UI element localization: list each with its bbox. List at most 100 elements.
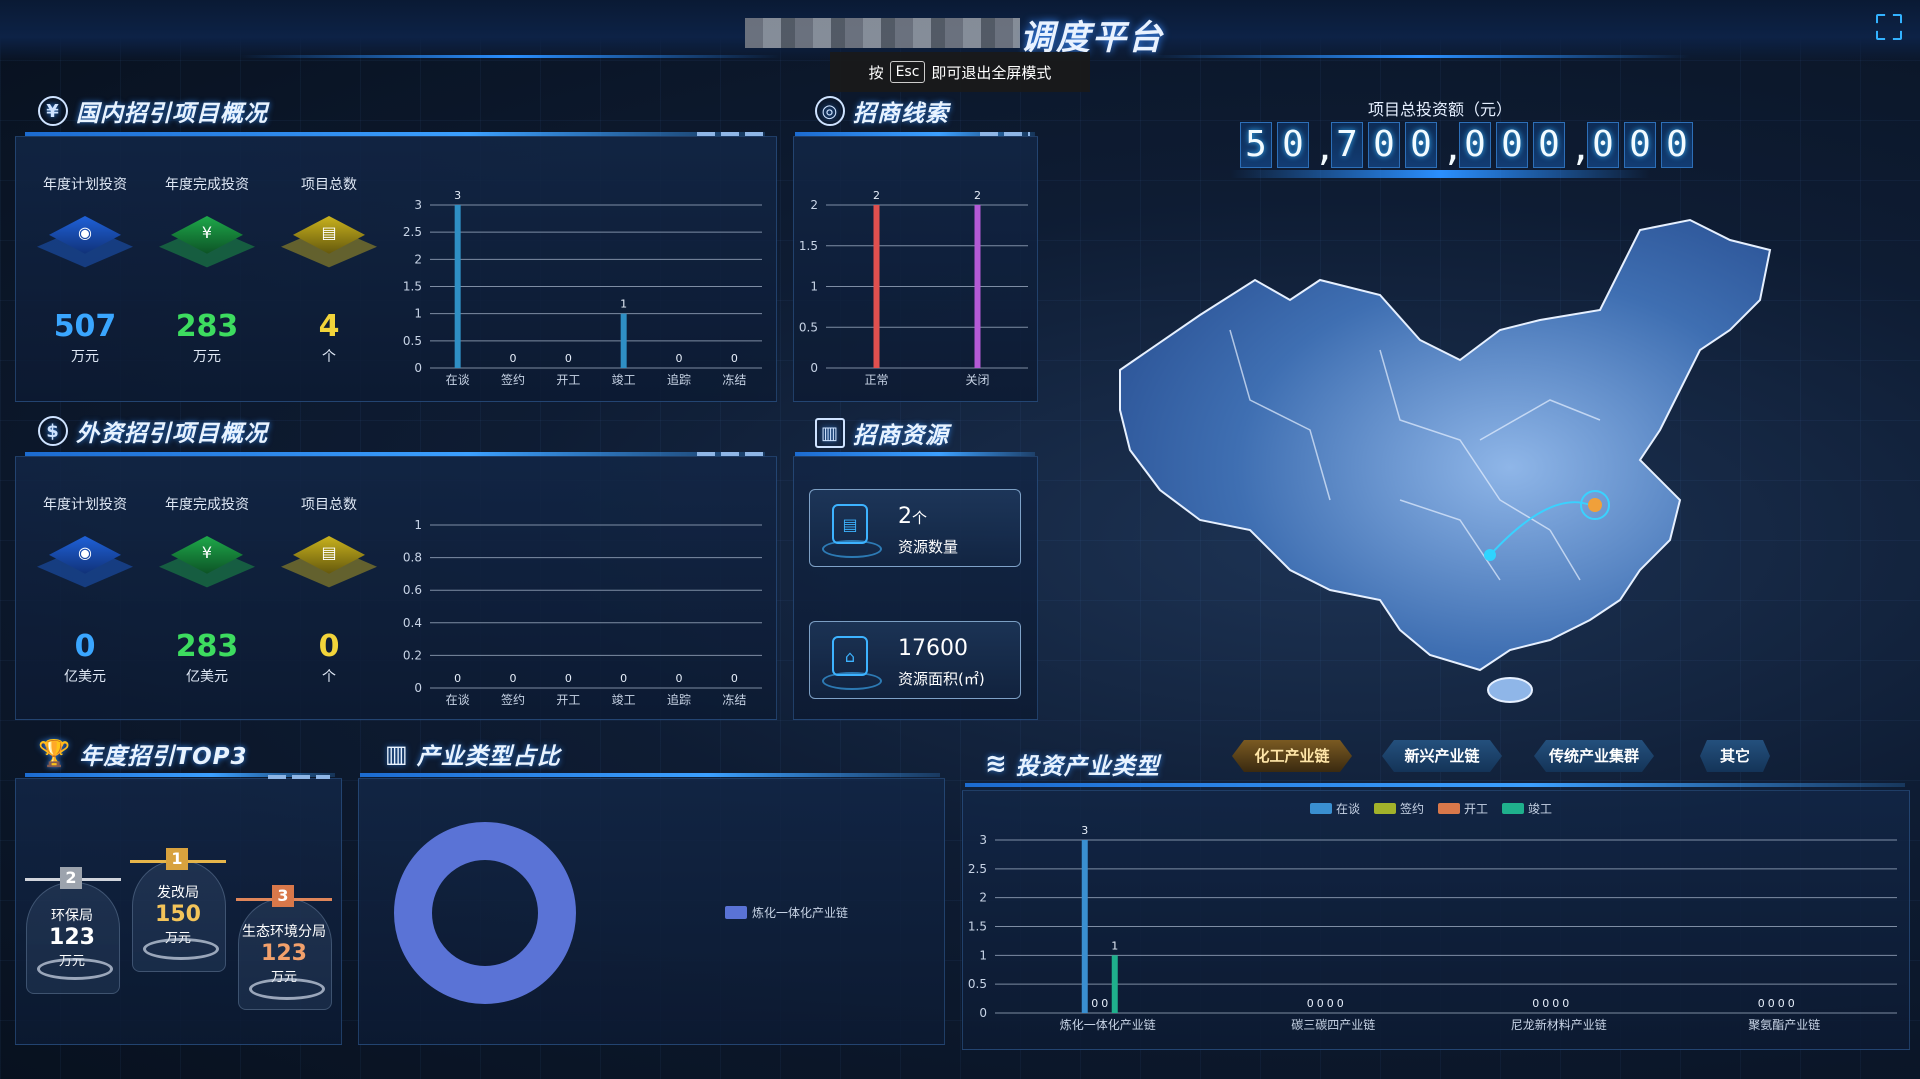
bar-value-label: 0	[1532, 997, 1539, 1010]
bar-value-label: 0	[510, 672, 517, 685]
bar-value-label: 0	[1327, 997, 1334, 1010]
stat-label: 年度计划投资	[43, 177, 127, 193]
top3-panel-title: 🏆 年度招引TOP3	[38, 735, 247, 773]
bar-value-label: 0	[1542, 997, 1549, 1010]
y-tick-label: 1	[414, 307, 422, 321]
legend-label[interactable]: 竣工	[1528, 801, 1552, 816]
y-tick-label: 2.5	[403, 225, 422, 239]
resources-title-underline	[795, 452, 1035, 456]
podium-pad	[143, 938, 219, 960]
esc-key-label: Esc	[889, 61, 926, 83]
x-category-label: 竣工	[612, 372, 636, 387]
bar[interactable]	[873, 205, 880, 368]
top3-title-text: 年度招引TOP3	[79, 744, 248, 770]
stat-label: 年度完成投资	[165, 177, 249, 193]
digit-cell: 0	[1661, 122, 1693, 168]
y-tick-label: 0	[414, 361, 422, 375]
bar[interactable]	[620, 313, 627, 368]
bar-value-label: 0	[565, 352, 572, 365]
legend-swatch[interactable]	[1310, 803, 1332, 814]
x-category-label: 关闭	[965, 373, 989, 387]
y-tick-label: 1.5	[968, 920, 987, 934]
bar[interactable]	[454, 205, 461, 368]
list-doc-icon: ▤	[281, 216, 377, 272]
x-category-label: 尼龙新材料产业链	[1511, 1017, 1607, 1032]
industry-share-title-text: 产业类型占比	[416, 744, 561, 770]
legend-swatch[interactable]	[1502, 803, 1524, 814]
x-category-label: 冻结	[722, 692, 746, 707]
tab-chemical[interactable]: 化工产业链	[1232, 740, 1352, 772]
podium-pad	[37, 958, 113, 980]
tab-other[interactable]: 其它	[1700, 740, 1770, 772]
legend-label[interactable]: 开工	[1464, 802, 1488, 816]
trophy-icon: 🏆	[38, 739, 72, 769]
domestic-panel-title: ¥ 国内招引项目概况	[38, 92, 268, 130]
bar-value-label: 0	[731, 672, 738, 685]
x-category-label: 在谈	[446, 693, 470, 707]
x-category-label: 在谈	[446, 373, 470, 387]
bar[interactable]	[1081, 840, 1088, 1013]
y-tick-label: 1.5	[799, 239, 818, 253]
y-tick-label: 1	[414, 518, 422, 532]
top3-value: 123	[49, 925, 95, 950]
dollar-icon: $	[38, 416, 68, 446]
legend-swatch[interactable]	[725, 906, 747, 919]
legend-label[interactable]: 炼化一体化产业链	[752, 905, 848, 920]
y-tick-label: 0	[979, 1006, 987, 1020]
top3-name: 生态环境分局	[242, 924, 326, 940]
legend-label[interactable]: 签约	[1400, 801, 1424, 816]
yuan-doc-icon: ¥	[159, 536, 255, 592]
industry-bar-chart: 00.511.522.5330 01炼化一体化产业链0 0 0 0碳三碳四产业链0 0 0 0…	[968, 801, 1897, 1032]
resource-area-card[interactable]: ⌂ 17600 资源面积(㎡)	[809, 621, 1021, 699]
digit-cell: 0	[1459, 122, 1491, 168]
digit-cell: 7	[1331, 122, 1363, 168]
donut-slice[interactable]	[394, 822, 576, 1004]
invest-industry-underline	[965, 783, 1905, 787]
resource-count-card[interactable]: ▤ 2个 资源数量	[809, 489, 1021, 567]
layers-icon: ≋	[985, 749, 1008, 779]
y-tick-label: 2	[979, 891, 987, 905]
x-category-label: 正常	[864, 373, 888, 387]
tab-emerging[interactable]: 新兴产业链	[1382, 740, 1502, 772]
y-tick-label: 0.4	[403, 616, 422, 630]
x-category-label: 签约	[501, 372, 525, 387]
resource-count-number: 2	[898, 504, 912, 529]
header-line-right	[1150, 55, 1690, 58]
industry-share-title: ▥ 产业类型占比	[385, 735, 561, 773]
bar-value-label: 0	[1768, 997, 1775, 1010]
rank-1-badge: 1	[166, 848, 188, 870]
investment-total-digits: 50,700,000,000	[1240, 122, 1693, 176]
list-doc-icon: ▤	[281, 536, 377, 592]
x-category-label: 开工	[556, 693, 580, 707]
digit-separator: ,	[1570, 128, 1592, 169]
bar-value-label: 0	[1101, 997, 1108, 1010]
legend-label[interactable]: 在谈	[1336, 802, 1360, 816]
stat-value: 0	[318, 629, 340, 664]
foreign-panel-title: $ 外资招引项目概况	[38, 412, 268, 450]
china-map	[1119, 218, 1772, 703]
title-dash-decoration	[980, 132, 1030, 136]
y-tick-label: 3	[979, 833, 987, 847]
resource-area-value: 17600	[898, 636, 968, 661]
esc-tip-suffix: 即可退出全屏模式	[931, 63, 1052, 82]
bar[interactable]	[974, 205, 981, 368]
legend-swatch[interactable]	[1374, 803, 1396, 814]
stat-value: 507	[53, 309, 117, 344]
digit-cell: 0	[1277, 122, 1309, 168]
resource-count-label: 资源数量	[898, 538, 959, 556]
bar[interactable]	[1111, 955, 1118, 1013]
x-category-label: 追踪	[667, 692, 691, 707]
stat-value: 283	[175, 629, 239, 664]
x-category-label: 追踪	[667, 372, 691, 387]
stat-value: 283	[175, 309, 239, 344]
digit-cell: 0	[1587, 122, 1619, 168]
tab-traditional[interactable]: 传统产业集群	[1534, 740, 1654, 772]
rank-2-badge: 2	[60, 867, 82, 889]
stat-unit: 亿美元	[186, 669, 228, 685]
top3-value: 123	[261, 941, 307, 966]
legend-swatch[interactable]	[1438, 803, 1460, 814]
y-tick-label: 0.5	[403, 334, 422, 348]
y-tick-label: 0	[414, 681, 422, 695]
bar-value-label: 0	[1562, 997, 1569, 1010]
digit-cell: 0	[1533, 122, 1565, 168]
